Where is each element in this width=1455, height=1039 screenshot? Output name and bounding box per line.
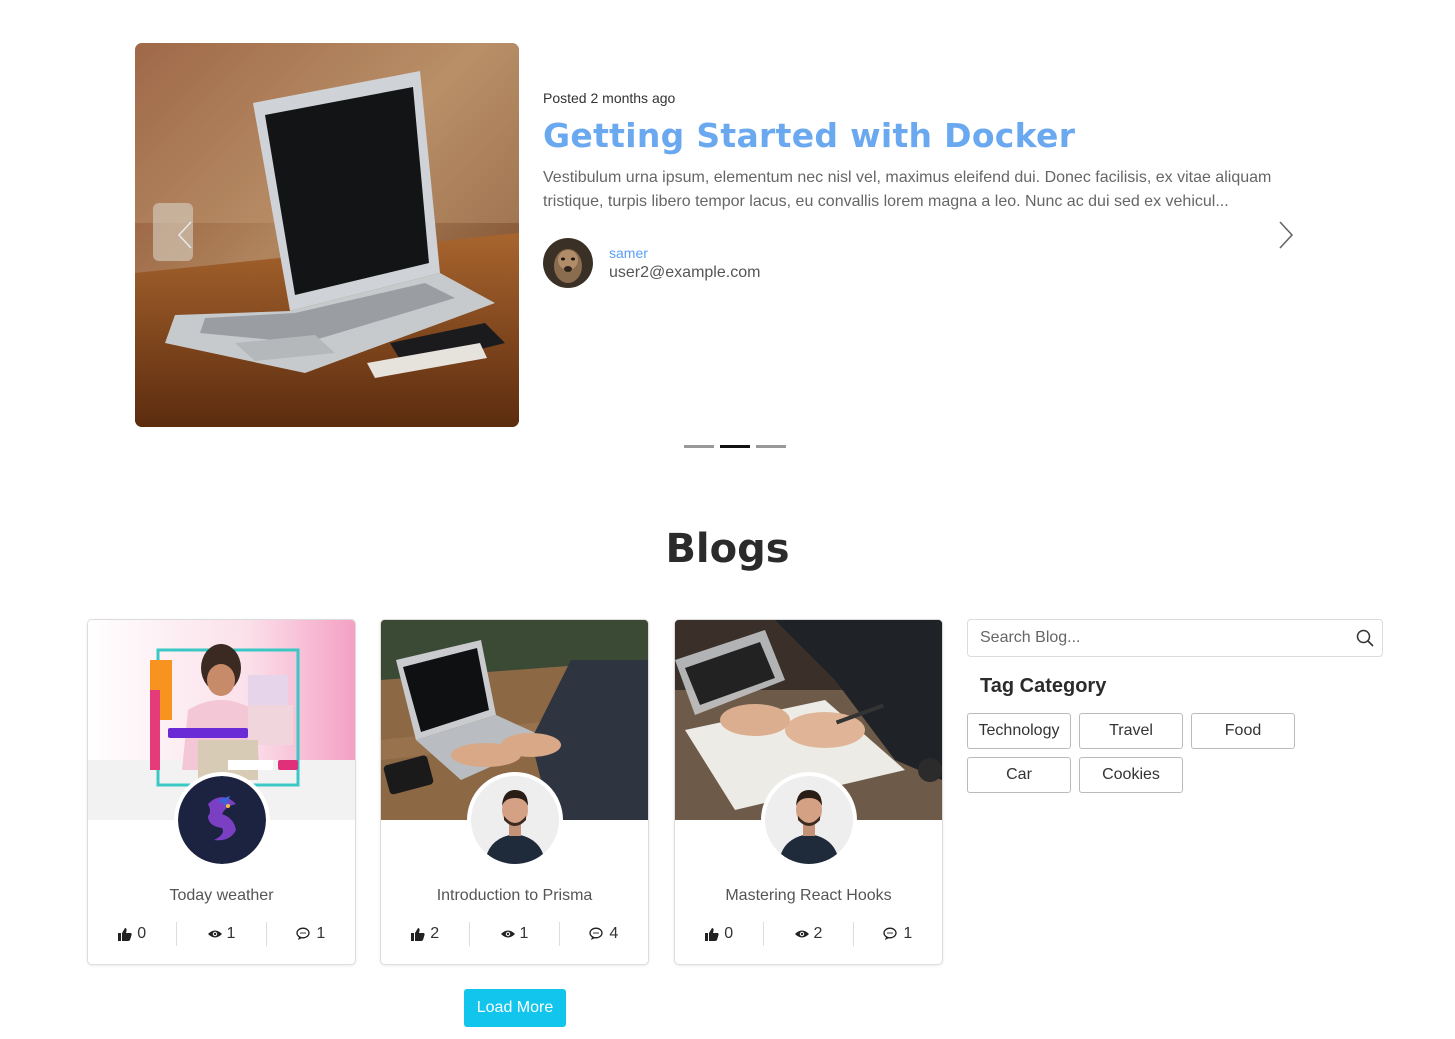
- chevron-left-icon: [177, 221, 192, 249]
- search-icon: [1356, 629, 1374, 647]
- tag-category-heading: Tag Category: [980, 675, 1107, 697]
- views-count: 2: [813, 925, 823, 942]
- carousel-next-button[interactable]: [1271, 218, 1301, 252]
- blog-card-stats: 0 2 1: [675, 922, 942, 946]
- comments-stat[interactable]: 4: [558, 922, 648, 946]
- views-count: 1: [226, 925, 236, 942]
- dragon-logo-image: [178, 776, 266, 864]
- views-stat: 2: [763, 922, 852, 946]
- thumbs-up-icon: [705, 928, 719, 941]
- tag-technology[interactable]: Technology: [967, 713, 1071, 749]
- man-portrait-image: [765, 776, 853, 864]
- tag-food[interactable]: Food: [1191, 713, 1295, 749]
- featured-post-title[interactable]: Getting Started with Docker: [543, 116, 1283, 156]
- carousel-dot-3[interactable]: [756, 445, 786, 448]
- blogs-heading: Blogs: [665, 526, 790, 572]
- comments-count: 1: [316, 925, 326, 942]
- likes-stat[interactable]: 2: [381, 922, 469, 946]
- views-stat: 1: [469, 922, 558, 946]
- author-name[interactable]: samer: [609, 243, 760, 263]
- eye-icon: [500, 930, 515, 938]
- comments-count: 4: [609, 925, 619, 942]
- views-count: 1: [519, 925, 529, 942]
- blog-card-title[interactable]: Introduction to Prisma: [381, 886, 648, 906]
- blog-card-stats: 2 1 4: [381, 922, 648, 946]
- carousel-dot-1[interactable]: [684, 445, 714, 448]
- tag-car[interactable]: Car: [967, 757, 1071, 793]
- blog-card-stats: 0 1 1: [88, 922, 355, 946]
- posted-date: Posted 2 months ago: [543, 90, 676, 106]
- comment-icon: [883, 927, 898, 940]
- blog-author-avatar[interactable]: [761, 772, 857, 868]
- blog-card[interactable]: Introduction to Prisma 2 1 4: [380, 619, 649, 965]
- comments-stat[interactable]: 1: [265, 922, 355, 946]
- eye-icon: [207, 930, 222, 938]
- search-box: [967, 619, 1383, 657]
- comment-icon: [296, 927, 311, 940]
- chevron-right-icon: [1279, 221, 1294, 249]
- tag-list: Technology Travel Food Car Cookies: [967, 713, 1307, 793]
- carousel-dot-2[interactable]: [720, 445, 750, 448]
- thumbs-up-icon: [411, 928, 425, 941]
- lion-avatar-image: [543, 238, 593, 288]
- blog-card[interactable]: Mastering React Hooks 0 2 1: [674, 619, 943, 965]
- comments-count: 1: [903, 925, 913, 942]
- man-portrait-image: [471, 776, 559, 864]
- carousel-indicators: [684, 445, 786, 448]
- comment-icon: [589, 927, 604, 940]
- blog-card-title[interactable]: Mastering React Hooks: [675, 886, 942, 906]
- blog-card-title[interactable]: Today weather: [88, 886, 355, 906]
- featured-post-excerpt: Vestibulum urna ipsum, elementum nec nis…: [543, 169, 1272, 210]
- author-email: user2@example.com: [609, 264, 761, 281]
- blog-card[interactable]: Today weather 0 1 1: [87, 619, 356, 965]
- author-avatar[interactable]: [543, 238, 593, 288]
- likes-count: 0: [724, 925, 734, 942]
- featured-post-author: samer user2@example.com: [543, 238, 760, 288]
- search-input[interactable]: [968, 620, 1348, 656]
- blog-author-avatar[interactable]: [467, 772, 563, 868]
- views-stat: 1: [176, 922, 265, 946]
- tag-travel[interactable]: Travel: [1079, 713, 1183, 749]
- likes-count: 0: [137, 925, 147, 942]
- eye-icon: [794, 930, 809, 938]
- thumbs-up-icon: [118, 928, 132, 941]
- search-button[interactable]: [1348, 629, 1382, 647]
- likes-count: 2: [430, 925, 440, 942]
- featured-post-text: Posted 2 months ago Getting Started with…: [543, 88, 1283, 214]
- likes-stat[interactable]: 0: [675, 922, 763, 946]
- likes-stat[interactable]: 0: [88, 922, 176, 946]
- blog-author-avatar[interactable]: [174, 772, 270, 868]
- featured-carousel: Posted 2 months ago Getting Started with…: [0, 0, 1455, 470]
- carousel-prev-button[interactable]: [170, 218, 200, 252]
- comments-stat[interactable]: 1: [852, 922, 942, 946]
- load-more-button[interactable]: Load More: [464, 989, 566, 1027]
- tag-cookies[interactable]: Cookies: [1079, 757, 1183, 793]
